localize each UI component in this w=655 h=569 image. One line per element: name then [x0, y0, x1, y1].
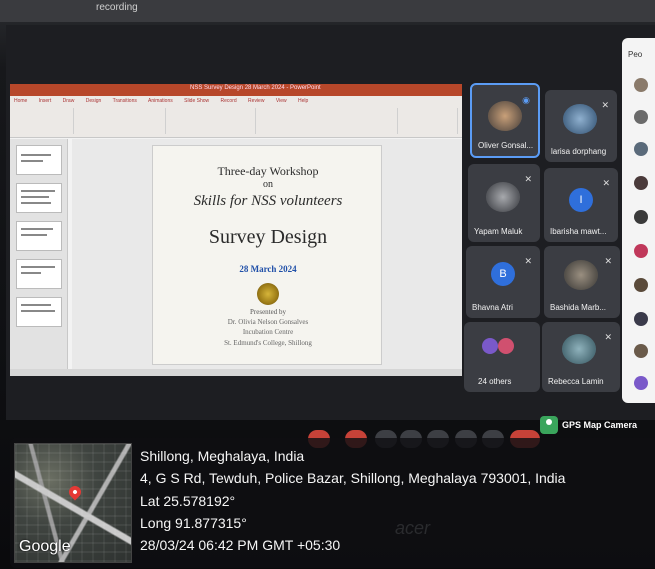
mic-off-icon: ✕ [524, 256, 532, 266]
participant-tile[interactable]: B ✕ Bhavna Atri [466, 246, 540, 318]
gps-longitude: Long 91.877315° [140, 515, 247, 531]
gps-latitude: Lat 25.578192° [140, 493, 236, 509]
laptop-brand-logo: acer [395, 518, 431, 538]
slide-title: Survey Design [208, 226, 328, 248]
top-strip: recording [0, 0, 655, 22]
slide-line-skills: Skills for NSS volunteers [193, 193, 343, 209]
participant-name: Bashida Marb... [550, 303, 607, 312]
slide-canvas: Three-day Workshop on Skills for NSS vol… [72, 139, 462, 369]
gps-app-badge: GPS Map Camera [540, 416, 652, 438]
slide-presenter: Dr. Olivia Nelson Gonsalves [227, 318, 309, 326]
mic-off-icon: ✕ [604, 332, 612, 342]
others-count: 24 others [478, 377, 512, 386]
participant-tile[interactable]: ✕ Yapam Maluk [468, 164, 540, 242]
ribbon-tab[interactable]: Review [248, 98, 264, 104]
ribbon-tab[interactable]: Home [14, 98, 27, 104]
ribbon-tab[interactable]: Record [221, 98, 237, 104]
slide-thumbnail[interactable] [16, 221, 62, 251]
others-tile[interactable]: 24 others [464, 322, 540, 392]
photo: recording NSS Survey Design 28 March 202… [0, 0, 655, 569]
participant-name: Oliver Gonsal... [478, 141, 534, 150]
participant-name: Rebecca Lamin [548, 377, 604, 386]
ribbon-group-editing [400, 108, 458, 134]
participant-video [563, 104, 597, 134]
ribbon-tab[interactable]: Help [298, 98, 308, 104]
gps-address: 4, G S Rd, Tewduh, Police Bazar, Shillon… [140, 470, 566, 486]
participant-tile[interactable]: ◉ Oliver Gonsal... [470, 83, 540, 158]
participant-name: Yapam Maluk [474, 227, 523, 236]
ribbon-tab[interactable]: Transitions [113, 98, 137, 104]
slide-thumbnail[interactable] [16, 297, 62, 327]
map-provider-label: Google [19, 538, 71, 555]
ribbon-tab[interactable]: Design [86, 98, 102, 104]
people-avatar[interactable] [634, 278, 648, 292]
participant-video [564, 260, 598, 290]
mic-off-icon: ✕ [604, 256, 612, 266]
ppt-window-title: NSS Survey Design 28 March 2024 - PowerP… [190, 85, 321, 91]
participant-tile[interactable]: ✕ Rebecca Lamin [542, 322, 620, 392]
ribbon-group-font [76, 108, 166, 134]
slide-line-on: on [263, 179, 273, 190]
ribbon-tab[interactable]: Animations [148, 98, 173, 104]
people-avatar[interactable] [634, 110, 648, 124]
slide-thumbnails [10, 139, 68, 369]
mic-off-icon: ✕ [602, 178, 610, 188]
people-avatar[interactable] [634, 376, 648, 390]
people-avatar[interactable] [634, 176, 648, 190]
ribbon-group-paragraph [168, 108, 256, 134]
ppt-status-bar [10, 369, 462, 376]
top-strip-text: recording [96, 2, 138, 13]
participant-tile[interactable]: I ✕ Ibarisha mawt... [544, 168, 618, 242]
slide-thumbnail[interactable] [16, 145, 62, 175]
participant-name: Ibarisha mawt... [550, 227, 607, 236]
participant-name: larisa dorphang [551, 147, 607, 156]
slide-presented-by: Presented by [250, 308, 286, 316]
people-avatar[interactable] [634, 78, 648, 92]
participant-tile[interactable]: ✕ larisa dorphang [545, 90, 617, 162]
participant-name: Bhavna Atri [472, 303, 513, 312]
participant-avatar: I [569, 188, 593, 212]
slide-date: 28 March 2024 [239, 264, 297, 274]
slide-thumbnail[interactable] [16, 183, 62, 213]
people-avatar[interactable] [634, 244, 648, 258]
gps-datetime: 28/03/24 06:42 PM GMT +05:30 [140, 537, 341, 553]
ribbon-tab[interactable]: Slide Show [184, 98, 209, 104]
ribbon-tab[interactable]: Draw [63, 98, 75, 104]
ribbon-group-drawing [258, 108, 398, 134]
others-avatar-icon [498, 338, 514, 354]
people-avatar[interactable] [634, 312, 648, 326]
ribbon-tab[interactable]: View [276, 98, 287, 104]
slide-thumbnail[interactable] [16, 259, 62, 289]
location-map: Google [14, 443, 132, 563]
gps-city: Shillong, Meghalaya, India [140, 448, 305, 464]
people-avatar[interactable] [634, 210, 648, 224]
people-avatar[interactable] [634, 344, 648, 358]
current-slide: Three-day Workshop on Skills for NSS vol… [152, 145, 382, 365]
participant-video [486, 182, 520, 212]
participant-video [488, 101, 522, 131]
slide-college: St. Edmund's College, Shillong [224, 339, 312, 347]
mic-off-icon: ✕ [524, 174, 532, 184]
mic-off-icon: ✕ [601, 100, 609, 110]
ppt-title-bar: NSS Survey Design 28 March 2024 - PowerP… [10, 84, 462, 96]
participant-avatar: B [491, 262, 515, 286]
ppt-ribbon-tabs: Home Insert Draw Design Transitions Anim… [14, 98, 318, 104]
ribbon-tab[interactable]: Insert [39, 98, 52, 104]
slide-role: Incubation Centre [242, 328, 294, 336]
ppt-ribbon: Home Insert Draw Design Transitions Anim… [10, 96, 462, 138]
speaking-icon: ◉ [522, 95, 530, 105]
people-panel: Peo [622, 38, 655, 403]
gps-app-name: GPS Map Camera [562, 420, 638, 430]
participant-video [562, 334, 596, 364]
college-emblem-icon [257, 283, 279, 305]
people-panel-title: Peo [628, 50, 643, 59]
gps-map-camera-icon [540, 416, 558, 434]
people-avatar[interactable] [634, 142, 648, 156]
powerpoint-window: NSS Survey Design 28 March 2024 - PowerP… [10, 84, 462, 376]
slide-line-workshop: Three-day Workshop [217, 164, 319, 178]
others-avatar-icon [482, 338, 498, 354]
ribbon-group-slides [14, 108, 74, 134]
participant-tile[interactable]: ✕ Bashida Marb... [544, 246, 620, 318]
